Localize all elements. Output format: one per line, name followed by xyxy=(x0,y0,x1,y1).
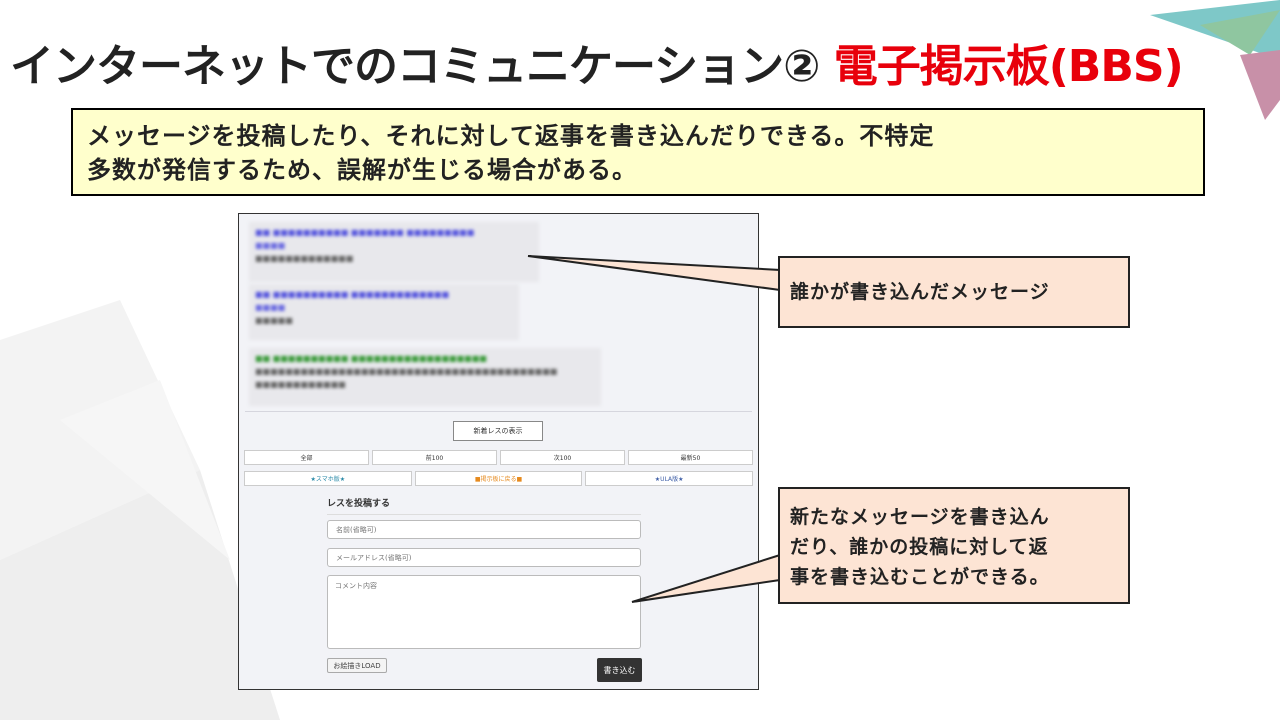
callout-written-message: 誰かが書き込んだメッセージ xyxy=(778,256,1130,328)
callout-reply-line-2: だり、誰かの投稿に対して返 xyxy=(790,536,1049,558)
callout-pointer-message xyxy=(527,255,781,292)
callout-pointers xyxy=(527,255,781,603)
callout-reply-line-3: 事を書き込むことができる。 xyxy=(790,566,1050,588)
callout-message-text: 誰かが書き込んだメッセージ xyxy=(790,281,1050,303)
callout-pointer-reply xyxy=(631,553,781,603)
callout-reply: 新たなメッセージを書き込ん だり、誰かの投稿に対して返 事を書き込むことができる… xyxy=(778,487,1130,604)
callout-reply-line-1: 新たなメッセージを書き込ん xyxy=(790,506,1050,528)
